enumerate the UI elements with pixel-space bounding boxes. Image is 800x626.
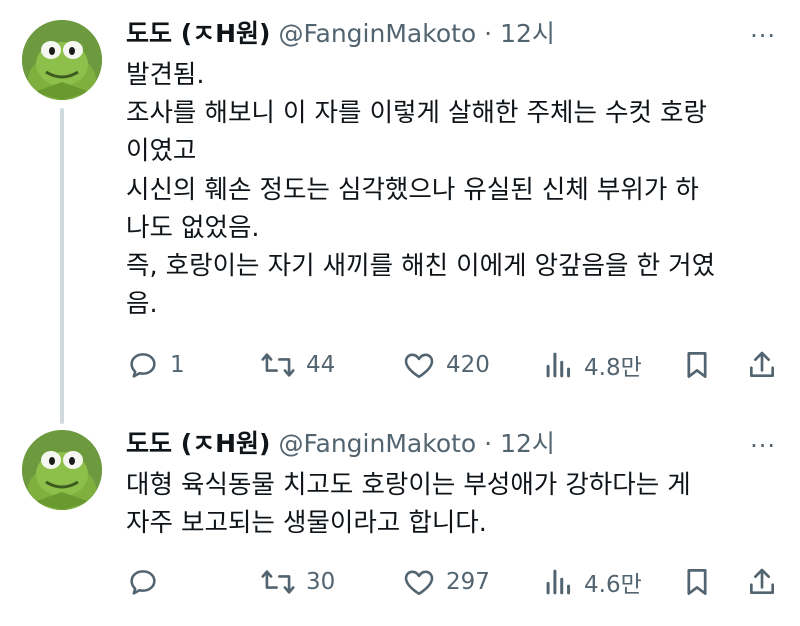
bookmark-button[interactable] [682,562,712,602]
reply-icon [130,353,156,378]
tweet-1[interactable]: 도도 (ㅈH원) @FanginMakoto · 12시 ··· 발견됨. 조사… [0,0,800,424]
tweet-text-line: 즉, 호랑이는 자기 새끼를 해친 이에게 앙갚음을 한 거였 [126,251,716,282]
tweet-actions: 30 297 4.6만 [126,562,780,602]
views-count: 4.8만 [584,355,642,381]
timestamp[interactable]: 12시 [500,19,555,48]
tweet-text-line: 조사를 해보니 이 자를 이렇게 살해한 주체는 수컷 호랑 [126,98,707,129]
heart-icon [404,570,434,596]
reply-button[interactable]: 1 [126,345,185,385]
like-button[interactable]: 297 [402,562,490,602]
kermit-avatar-image [22,20,102,100]
more-options-button[interactable]: ··· [750,24,776,48]
tweet-text-line: 음. [126,289,158,320]
tweet-text-line: 시신의 훼손 정도는 심각했으나 유실된 신체 부위가 하 [126,174,699,205]
reply-count: 1 [170,352,185,378]
views-button[interactable]: 4.8만 [544,345,642,385]
bookmark-icon [687,569,707,595]
author-name[interactable]: 도도 (ㅈH원) [126,429,270,458]
kermit-avatar-image [22,430,102,510]
tweet-text: 대형 육식동물 치고도 호랑이는 부성애가 강하다는 게 자주 보고되는 생물이… [126,466,786,542]
tweet-text-line: 나도 없었음. [126,212,260,243]
share-button[interactable] [746,345,778,385]
retweet-button[interactable]: 30 [260,562,335,602]
share-icon [750,568,774,594]
retweet-icon [261,353,295,377]
tweet-header: 도도 (ㅈH원) @FanginMakoto · 12시 [126,428,555,460]
like-button[interactable]: 420 [402,345,490,385]
tweet-header: 도도 (ㅈH원) @FanginMakoto · 12시 [126,18,555,50]
retweet-icon [261,570,295,594]
bookmark-button[interactable] [682,345,712,385]
views-icon [546,352,571,378]
thread-connector [60,108,64,424]
timestamp[interactable]: 12시 [500,429,555,458]
tweet-text-line: 발견됨. [126,60,205,90]
like-count: 420 [446,352,490,378]
author-handle[interactable]: @FanginMakoto [278,19,476,48]
avatar[interactable] [22,20,102,100]
tweet-text: 발견됨. 조사를 해보니 이 자를 이렇게 살해한 주체는 수컷 호랑 이였고 … [126,56,786,323]
share-icon [750,351,774,377]
tweet-2[interactable]: 도도 (ㅈH원) @FanginMakoto · 12시 ··· 대형 육식동물… [0,410,800,626]
separator-dot: · [484,19,493,48]
tweet-text-line: 자주 보고되는 생물이라고 합니다. [126,508,487,539]
tweet-actions: 1 44 420 4.8만 [126,345,780,385]
author-handle[interactable]: @FanginMakoto [278,429,476,458]
heart-icon [404,353,434,379]
views-icon [546,569,571,595]
avatar[interactable] [22,430,102,510]
tweet-text-line: 이였고 [126,136,197,167]
tweet-text-line: 대형 육식동물 치고도 호랑이는 부성애가 강하다는 게 [126,470,691,500]
separator-dot: · [484,429,493,458]
views-button[interactable]: 4.6만 [544,562,642,602]
share-button[interactable] [746,562,778,602]
like-count: 297 [446,569,490,595]
retweet-count: 30 [306,569,336,595]
bookmark-icon [687,352,707,378]
reply-icon [130,570,156,595]
retweet-count: 44 [306,352,336,378]
more-options-button[interactable]: ··· [750,434,776,458]
views-count: 4.6만 [584,572,642,598]
retweet-button[interactable]: 44 [260,345,335,385]
reply-button[interactable] [126,562,170,602]
author-name[interactable]: 도도 (ㅈH원) [126,19,270,48]
